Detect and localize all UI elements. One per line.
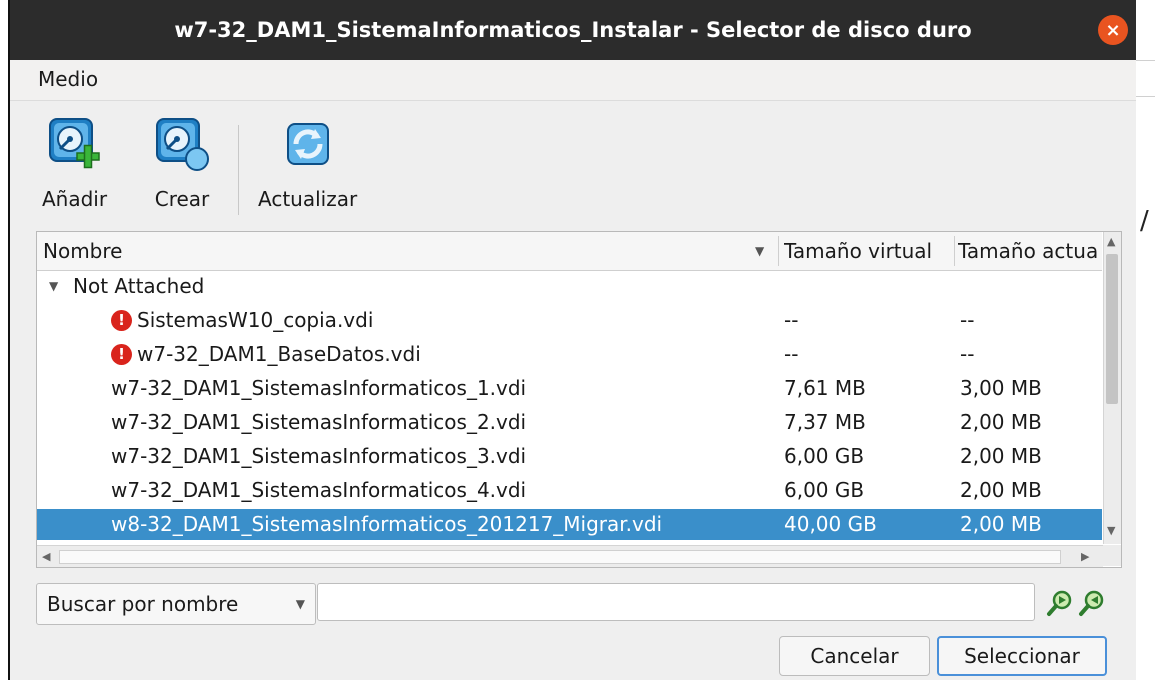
table-row[interactable]: w8-32_DAM1_SistemasInformaticos_201217_M… xyxy=(37,509,1102,540)
hard-disk-add-icon xyxy=(48,118,100,169)
scroll-up-icon[interactable]: ▲ xyxy=(1107,235,1115,248)
cell-name: w7-32_DAM1_SistemasInformaticos_4.vdi xyxy=(111,478,527,502)
background-edge xyxy=(0,0,10,680)
cell-name: w7-32_DAM1_SistemasInformaticos_2.vdi xyxy=(111,410,527,434)
cell-name: w7-32_DAM1_BaseDatos.vdi xyxy=(137,342,421,366)
sort-indicator-icon: ▼ xyxy=(755,244,765,258)
cell-actual-size: 2,00 MB xyxy=(960,410,1042,434)
close-icon: × xyxy=(1105,19,1121,41)
horizontal-scroll-thumb[interactable] xyxy=(59,550,1061,564)
background-divider xyxy=(1136,60,1155,61)
table-body: ▼ Not Attached ! SistemasW10_copia.vdi -- -… xyxy=(37,271,1102,541)
horizontal-scrollbar[interactable]: ◀ ▶ xyxy=(37,545,1103,567)
toolbar: Añadir Crear Actualizar xyxy=(10,101,1136,225)
cell-actual-size: 2,00 MB xyxy=(960,478,1042,502)
column-separator[interactable] xyxy=(954,236,955,266)
cancel-button[interactable]: Cancelar xyxy=(779,636,930,676)
table-row[interactable]: w7-32_DAM1_SistemasInformaticos_2.vdi 7,3… xyxy=(37,407,1102,438)
vertical-scroll-thumb[interactable] xyxy=(1106,254,1118,404)
cell-actual-size: 3,00 MB xyxy=(960,376,1042,400)
cell-actual-size: 2,00 MB xyxy=(960,512,1042,536)
toolbar-separator xyxy=(238,125,239,215)
cell-virtual-size: 7,37 MB xyxy=(784,410,866,434)
menu-bar: Medio xyxy=(10,60,1136,101)
warning-icon: ! xyxy=(111,310,132,331)
cell-virtual-size: 40,00 GB xyxy=(784,512,877,536)
window-title: w7-32_DAM1_SistemaInformaticos_Instalar … xyxy=(174,18,972,42)
find-previous-icon[interactable] xyxy=(1078,589,1106,617)
search-mode-select[interactable]: Buscar por nombre ▼ xyxy=(36,583,316,625)
scroll-down-icon[interactable]: ▼ xyxy=(1107,524,1115,537)
cell-name: w7-32_DAM1_SistemasInformaticos_1.vdi xyxy=(111,376,527,400)
menu-medio[interactable]: Medio xyxy=(38,67,98,91)
cell-actual-size: 2,00 MB xyxy=(960,444,1042,468)
select-button[interactable]: Seleccionar xyxy=(937,636,1107,676)
refresh-button-label: Actualizar xyxy=(258,187,358,211)
table-row[interactable]: w7-32_DAM1_SistemasInformaticos_4.vdi 6,0… xyxy=(37,475,1102,506)
expand-arrow-icon[interactable]: ▼ xyxy=(49,271,58,302)
close-button[interactable]: × xyxy=(1098,15,1128,45)
cell-name: w7-32_DAM1_SistemasInformaticos_3.vdi xyxy=(111,444,527,468)
table-row[interactable]: ! SistemasW10_copia.vdi -- -- xyxy=(37,305,1102,336)
find-next-icon[interactable] xyxy=(1046,589,1074,617)
media-table: Nombre ▼ Tamaño virtual Tamaño actual ▼ … xyxy=(36,231,1122,568)
cell-virtual-size: 6,00 GB xyxy=(784,444,865,468)
scroll-corner xyxy=(1103,545,1121,566)
table-row[interactable]: ! w7-32_DAM1_BaseDatos.vdi -- -- xyxy=(37,339,1102,370)
column-separator[interactable] xyxy=(778,236,779,266)
scroll-left-icon[interactable]: ◀ xyxy=(42,550,50,563)
table-row[interactable]: w7-32_DAM1_SistemasInformaticos_1.vdi 7,6… xyxy=(37,373,1102,404)
column-header-actual-size[interactable]: Tamaño actual xyxy=(958,232,1098,270)
cell-actual-size: -- xyxy=(960,342,975,366)
cell-virtual-size: -- xyxy=(784,342,799,366)
search-input[interactable] xyxy=(317,583,1035,621)
add-button[interactable]: Añadir xyxy=(42,115,107,211)
table-row[interactable]: w7-32_DAM1_SistemasInformaticos_3.vdi 6,0… xyxy=(37,441,1102,472)
create-button[interactable]: Crear xyxy=(153,115,211,211)
background-glyph: / xyxy=(1140,206,1149,236)
refresh-icon xyxy=(286,123,329,165)
cell-virtual-size: 7,61 MB xyxy=(784,376,866,400)
hard-disk-selector-dialog: w7-32_DAM1_SistemaInformaticos_Instalar … xyxy=(10,0,1136,680)
scroll-right-icon[interactable]: ▶ xyxy=(1081,550,1089,563)
cell-name: SistemasW10_copia.vdi xyxy=(137,308,374,332)
title-bar[interactable]: w7-32_DAM1_SistemaInformaticos_Instalar … xyxy=(10,0,1136,60)
group-row-not-attached[interactable]: ▼ Not Attached xyxy=(37,271,1102,302)
background-window-edge xyxy=(1136,0,1155,680)
hard-disk-create-icon xyxy=(156,118,209,171)
add-button-label: Añadir xyxy=(42,187,108,211)
background-divider xyxy=(1136,96,1155,97)
refresh-button[interactable]: Actualizar xyxy=(258,115,357,211)
search-mode-label: Buscar por nombre xyxy=(47,592,239,616)
cell-actual-size: -- xyxy=(960,308,975,332)
cell-name: w8-32_DAM1_SistemasInformaticos_201217_M… xyxy=(111,512,663,536)
group-label: Not Attached xyxy=(73,274,205,298)
vertical-scrollbar[interactable]: ▲ ▼ xyxy=(1103,232,1121,544)
column-header-virtual-size[interactable]: Tamaño virtual xyxy=(784,232,954,270)
chevron-down-icon: ▼ xyxy=(295,597,305,611)
cell-virtual-size: 6,00 GB xyxy=(784,478,865,502)
create-button-label: Crear xyxy=(154,187,210,211)
column-header-name[interactable]: Nombre xyxy=(43,232,763,270)
cell-virtual-size: -- xyxy=(784,308,799,332)
warning-icon: ! xyxy=(111,344,132,365)
table-header: Nombre ▼ Tamaño virtual Tamaño actual xyxy=(37,232,1102,271)
